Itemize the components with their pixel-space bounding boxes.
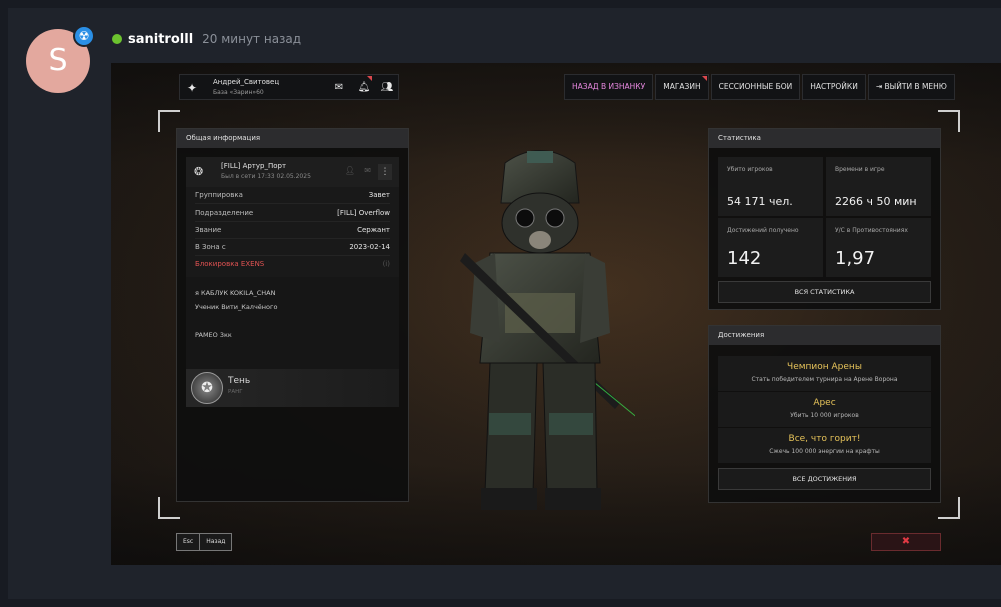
- character-model: [460, 150, 635, 510]
- all-achievements-button[interactable]: ВСЕ ДОСТИЖЕНИЯ: [718, 468, 931, 490]
- more-options-icon[interactable]: ⋮: [378, 164, 392, 180]
- profile-last-seen: Был в сети 17:33 02.05.2025: [221, 173, 311, 180]
- ban-label: Блокировка EXENS: [195, 260, 265, 268]
- esc-key[interactable]: Esc: [177, 534, 200, 550]
- nav-shop[interactable]: МАГАЗИН: [655, 74, 709, 100]
- profile-card-top: ❂ [FILL] Артур_Порт Был в сети 17:33 02.…: [186, 157, 399, 187]
- rank-box: ✪ Тень РАНГ: [186, 369, 399, 407]
- achievement-title: Чемпион Арены: [787, 362, 862, 372]
- info-value: Завет: [368, 191, 390, 199]
- frame-corner-br: [938, 497, 960, 519]
- nav-settings[interactable]: НАСТРОЙКИ: [802, 74, 866, 100]
- achievement-title: Все, что горит!: [788, 434, 861, 444]
- achievement-item[interactable]: Все, что горит! Сжечь 100 000 энергии на…: [718, 428, 931, 463]
- stat-label: Достижений получено: [727, 227, 799, 234]
- achievement-desc: Сжечь 100 000 энергии на крафты: [769, 448, 880, 455]
- clan-emblem-icon: ❂: [194, 165, 204, 178]
- stat-time: Времени в игре 2266 ч 50 мин: [826, 157, 931, 216]
- info-row-ban: Блокировка EXENS (i): [195, 256, 390, 273]
- stat-value: 142: [727, 248, 762, 269]
- stat-kd: У/С в Противостояниях 1,97: [826, 218, 931, 277]
- player-base: База «Зарин»60: [213, 89, 264, 96]
- nav-shop-label: МАГАЗИН: [663, 82, 701, 91]
- info-row-unit: Подразделение [FILL] Overflow: [195, 205, 390, 222]
- frame-corner-tr: [938, 110, 960, 132]
- radiation-icon: ☢: [73, 25, 95, 47]
- stat-label: У/С в Противостояниях: [835, 227, 908, 234]
- info-value: Сержант: [357, 226, 390, 234]
- online-status-dot: [112, 34, 122, 44]
- post-author-line: sanitrolll 20 минут назад: [112, 30, 301, 48]
- nav-exit-to-menu[interactable]: ⇥ ВЫЙТИ В МЕНЮ: [867, 74, 955, 100]
- info-label: Подразделение: [195, 209, 254, 217]
- general-info-panel: Общая информация ❂ [FILL] Артур_Порт Был…: [176, 128, 409, 502]
- info-label: В Зона с: [195, 243, 226, 251]
- ban-info-icon[interactable]: (i): [383, 256, 390, 273]
- player-bar: ✦ Андрей_Свитовец База «Зарин»60 ✉ 🔔︎ 👥︎: [179, 74, 399, 100]
- stat-achievements: Достижений получено 142: [718, 218, 823, 277]
- notification-marker: [367, 76, 372, 81]
- general-info-header: Общая информация: [177, 129, 408, 148]
- statistics-header: Статистика: [709, 129, 940, 148]
- about-section: я КАБЛУК KOKILA_CHAN Ученик Вити_Калчёно…: [186, 277, 399, 369]
- stat-value: 1,97: [835, 248, 876, 269]
- stat-value: 54 171 чел.: [727, 195, 793, 208]
- mail-icon[interactable]: ✉: [332, 81, 346, 95]
- faction-logo-icon: ✦: [187, 81, 198, 95]
- all-statistics-button[interactable]: ВСЯ СТАТИСТИКА: [718, 281, 931, 303]
- achievement-item[interactable]: Арес Убить 10 000 игроков: [718, 392, 931, 427]
- info-row-group: Группировка Завет: [195, 187, 390, 204]
- nav-back-to-izнанка[interactable]: НАЗАД В ИЗНАНКУ: [564, 74, 654, 100]
- nav-session-battles[interactable]: СЕССИОННЫЕ БОИ: [710, 74, 801, 100]
- friends-icon[interactable]: 👥︎: [380, 81, 394, 95]
- shop-new-marker: [701, 76, 707, 81]
- profile-name: [FILL] Артур_Порт: [221, 162, 287, 170]
- message-icon[interactable]: ✉: [364, 166, 371, 175]
- stat-kills: Убито игроков 54 171 чел.: [718, 157, 823, 216]
- info-label: Звание: [195, 226, 222, 234]
- stat-label: Времени в игре: [835, 166, 885, 173]
- post-time[interactable]: 20 минут назад: [202, 32, 301, 46]
- rank-name: Тень: [228, 376, 251, 386]
- info-row-zone-since: В Зона с 2023-02-14: [195, 239, 390, 256]
- info-value: 2023-02-14: [349, 243, 390, 251]
- stat-value: 2266 ч 50 мин: [835, 195, 917, 208]
- info-row-rank: Звание Сержант: [195, 222, 390, 239]
- username-link[interactable]: sanitrolll: [128, 32, 193, 47]
- top-nav: НАЗАД В ИЗНАНКУ МАГАЗИН СЕССИОННЫЕ БОИ Н…: [564, 74, 957, 100]
- statistics-panel: Статистика Убито игроков 54 171 чел. Вре…: [708, 128, 941, 310]
- stat-grid: Убито игроков 54 171 чел. Времени в игре…: [718, 157, 931, 277]
- about-line: PAMEO 3кк: [195, 331, 232, 339]
- achievements-header: Достижения: [709, 326, 940, 345]
- info-value: [FILL] Overflow: [337, 209, 390, 217]
- stat-label: Убито игроков: [727, 166, 773, 173]
- bottom-keys[interactable]: Esc Назад: [176, 533, 233, 551]
- player-name: Андрей_Свитовец: [213, 78, 280, 86]
- achievement-title: Арес: [813, 398, 836, 408]
- info-label: Группировка: [195, 191, 243, 199]
- profile-card: ❂ [FILL] Артур_Порт Был в сети 17:33 02.…: [186, 157, 399, 407]
- achievement-item[interactable]: Чемпион Арены Стать победителем турнира …: [718, 356, 931, 391]
- bell-icon[interactable]: 🔔︎: [357, 81, 371, 95]
- game-screenshot[interactable]: ✦ Андрей_Свитовец База «Зарин»60 ✉ 🔔︎ 👥︎…: [111, 63, 1001, 565]
- rank-emblem-icon: ✪: [191, 372, 223, 404]
- close-x-icon[interactable]: ✖: [871, 533, 941, 551]
- about-line: Ученик Вити_Калчёного: [195, 303, 278, 311]
- rank-sub: РАНГ: [228, 389, 243, 395]
- nav-exit-label: ВЫЙТИ В МЕНЮ: [884, 82, 947, 91]
- achievement-desc: Стать победителем турнира на Арене Ворон…: [751, 376, 898, 383]
- add-friend-icon[interactable]: 👤︎: [345, 166, 355, 175]
- achievements-panel: Достижения Чемпион Арены Стать победител…: [708, 325, 941, 503]
- about-line: я КАБЛУК KOKILA_CHAN: [195, 289, 276, 297]
- achievement-desc: Убить 10 000 игроков: [790, 412, 859, 419]
- back-button[interactable]: Назад: [199, 534, 232, 550]
